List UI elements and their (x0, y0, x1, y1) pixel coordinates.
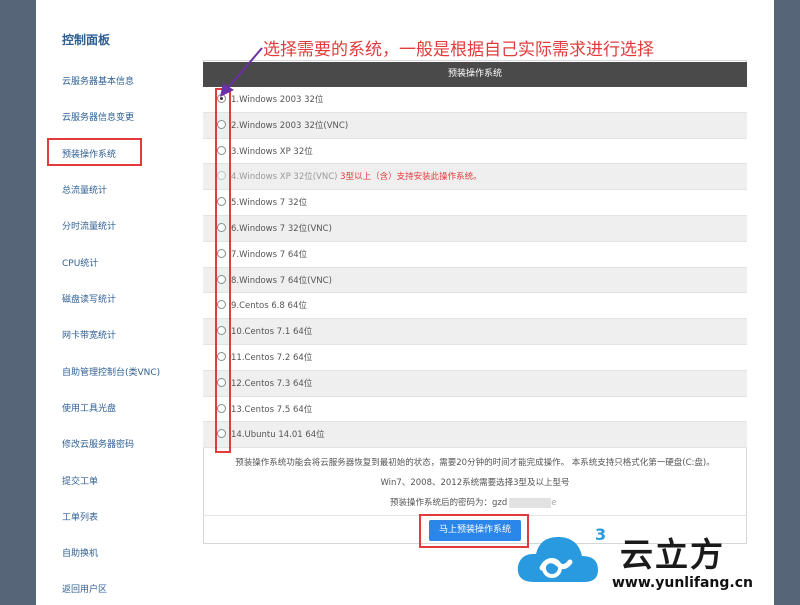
sidebar-item-total-traffic[interactable]: 总流量统计 (62, 183, 107, 196)
os-option-label: 12.Centos 7.3 64位 (231, 378, 313, 389)
os-option-label: 9.Centos 6.8 64位 (231, 301, 307, 312)
os-option-label: 8.Windows 7 64位(VNC) (231, 275, 332, 286)
os-option-row[interactable]: 9.Centos 6.8 64位 (203, 293, 747, 320)
os-option-row[interactable]: 5.Windows 7 32位 (203, 190, 747, 216)
os-option-row[interactable]: 2.Windows 2003 32位(VNC) (203, 112, 747, 139)
os-option-row[interactable]: 6.Windows 7 32位(VNC) (203, 216, 747, 242)
sidebar-highlight-box (47, 138, 142, 166)
info-note: 预装操作系统功能会将云服务器恢复到最初始的状态，需要20分钟的时间才能完成操作。… (235, 458, 715, 468)
os-option-row[interactable]: 13.Centos 7.5 64位 (203, 396, 747, 423)
os-option-label: 3.Windows XP 32位 (231, 146, 313, 157)
os-option-label: 14.Ubuntu 14.01 64位 (231, 430, 325, 441)
sidebar-item-ticket-list[interactable]: 工单列表 (62, 510, 98, 523)
os-option-label: 5.Windows 7 32位 (231, 198, 308, 209)
os-option-label: 13.Centos 7.5 64位 (231, 404, 313, 415)
password-mask (509, 497, 552, 508)
os-warning-text: 3型以上（含）支持安装此操作系统。 (340, 172, 482, 183)
sidebar-item-self-swap[interactable]: 自助换机 (62, 546, 98, 559)
left-margin (0, 0, 36, 605)
os-option-label: 7.Windows 7 64位 (231, 249, 308, 260)
annotation-text: 选择需要的系统，一般是根据自己实际需求进行选择 (263, 40, 654, 60)
logo-number: 3 (595, 525, 606, 544)
os-option-row[interactable]: 8.Windows 7 64位(VNC) (203, 267, 747, 294)
radio-column-highlight (215, 88, 231, 453)
annotation-arrow-icon (220, 47, 263, 97)
os-option-label: 11.Centos 7.2 64位 (231, 353, 313, 363)
os-option-row[interactable]: 11.Centos 7.2 64位 (203, 345, 747, 371)
os-option-row[interactable]: 12.Centos 7.3 64位 (203, 370, 747, 397)
os-option-row[interactable]: 1.Windows 2003 32位 (203, 87, 747, 113)
password-value: gzd (492, 498, 508, 508)
brand-name: 云立方 (620, 535, 725, 574)
sidebar: 控制面板 云服务器基本信息 云服务器信息变更 预装操作系统 总流量统计 分时流量… (36, 0, 194, 605)
sidebar-item-nic-bandwidth[interactable]: 网卡带宽统计 (62, 328, 116, 341)
sidebar-item-server-change[interactable]: 云服务器信息变更 (62, 110, 134, 123)
os-option-label: 2.Windows 2003 32位(VNC) (231, 120, 349, 131)
sidebar-item-server-info[interactable]: 云服务器基本信息 (62, 74, 134, 87)
panel-header: 预装操作系统 (203, 62, 747, 87)
password-line: 预装操作系统后的密码为：gzd e (390, 496, 557, 508)
sidebar-item-change-password[interactable]: 修改云服务器密码 (62, 437, 134, 450)
sidebar-item-back-user[interactable]: 返回用户区 (62, 582, 107, 595)
os-option-row[interactable]: 3.Windows XP 32位 (203, 138, 747, 165)
sidebar-item-submit-ticket[interactable]: 提交工单 (62, 474, 98, 487)
os-option-label: 4.Windows XP 32位(VNC) 3型以上（含）支持安装此操作系统。 (231, 172, 482, 183)
os-option-row[interactable]: 7.Windows 7 64位 (203, 241, 747, 268)
sidebar-item-disk-io[interactable]: 磁盘读写统计 (62, 292, 116, 305)
sidebar-title: 控制面板 (62, 33, 111, 47)
sidebar-item-timed-traffic[interactable]: 分时流量统计 (62, 219, 116, 232)
requirement-note: Win7、2008、2012系统需要选择3型及以上型号 (380, 478, 570, 488)
right-margin (774, 0, 800, 605)
sidebar-item-tool-cd[interactable]: 使用工具光盘 (62, 401, 116, 414)
os-option-row[interactable]: 10.Centos 7.1 64位 (203, 319, 747, 345)
password-tail: e (551, 498, 557, 508)
os-option-row[interactable]: 14.Ubuntu 14.01 64位 (203, 422, 747, 449)
os-option-row-disabled: 4.Windows XP 32位(VNC) 3型以上（含）支持安装此操作系统。 (203, 164, 747, 191)
brand-url: www.yunlifang.cn (612, 575, 753, 591)
sidebar-item-vnc-console[interactable]: 自助管理控制台(类VNC) (62, 365, 160, 378)
os-option-label: 10.Centos 7.1 64位 (231, 327, 313, 338)
password-label: 预装操作系统后的密码为： (390, 498, 493, 508)
os-option-label: 6.Windows 7 32位(VNC) (231, 224, 332, 234)
sidebar-item-cpu[interactable]: CPU统计 (62, 256, 98, 269)
